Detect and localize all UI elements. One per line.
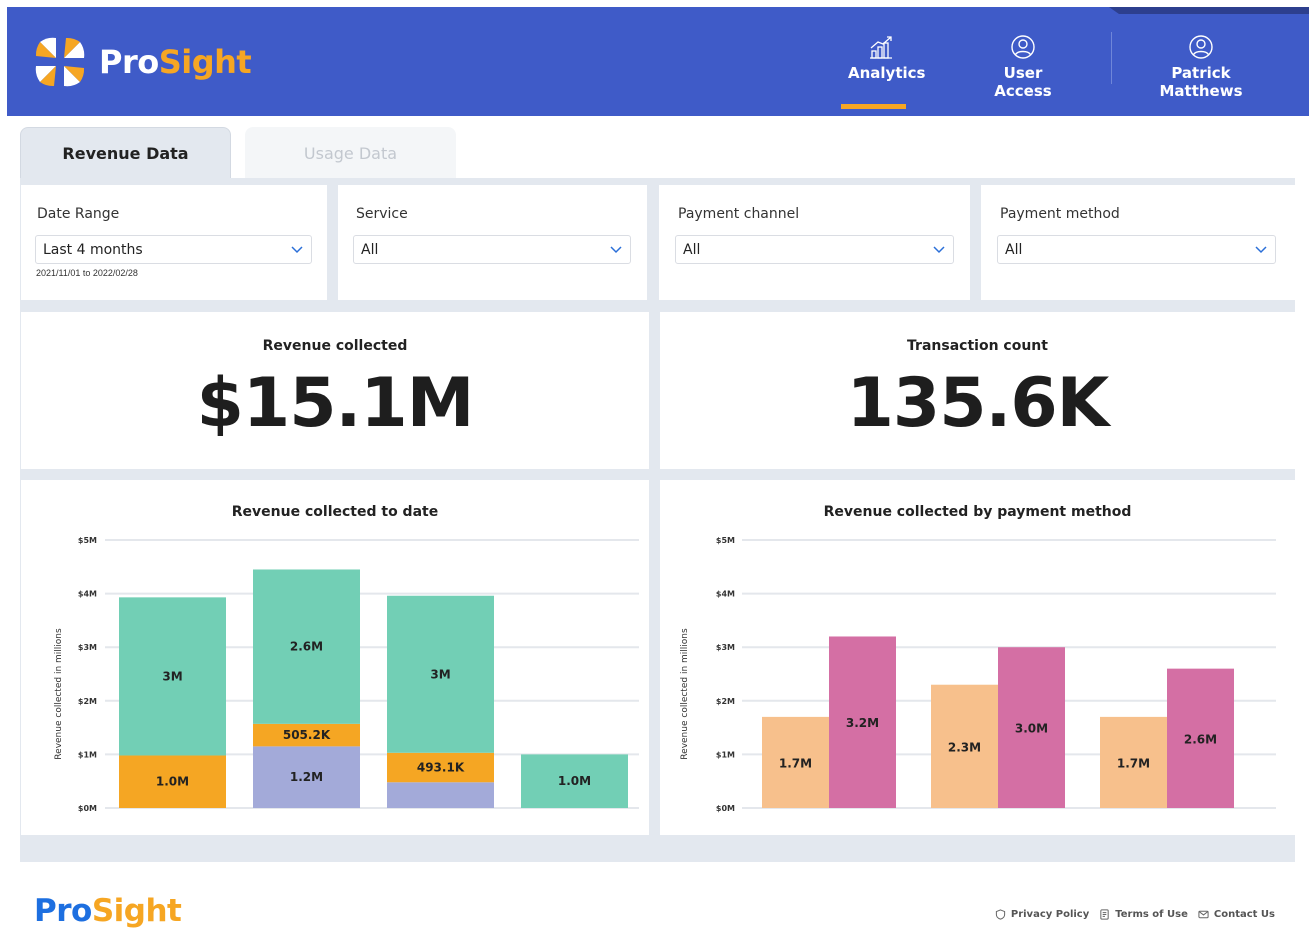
filter-label: Payment method xyxy=(1000,206,1120,222)
payment-method-select[interactable]: All xyxy=(997,235,1276,264)
y-tick-label: $2M xyxy=(716,697,735,706)
user-circle-icon xyxy=(1189,35,1213,59)
footer-logo[interactable]: ProSight xyxy=(34,893,182,929)
logo-mark-icon xyxy=(35,37,85,87)
nav-user-access[interactable]: User Access xyxy=(973,34,1073,100)
kpi-transactions-title: Transaction count xyxy=(907,338,1048,354)
footer-links: Privacy Policy Terms of Use Contact Us xyxy=(995,909,1275,920)
kpi-revenue-title: Revenue collected xyxy=(262,338,408,354)
terms-of-use-link[interactable]: Terms of Use xyxy=(1099,909,1188,920)
filter-payment-method: Payment method All xyxy=(981,185,1295,300)
y-tick-label: $1M xyxy=(716,750,735,759)
chart-revenue-by-payment-method: Revenue collected by payment method $0M $… xyxy=(660,480,1295,835)
revenue-by-payment-method-chart: $0M $1M $2M $3M $4M $5M Revenue collected in m… xyxy=(680,536,1276,813)
revenue-to-date-chart: $0M $1M $2M $3M $4M $5M Revenue collected in m… xyxy=(54,536,639,813)
select-value: All xyxy=(683,242,701,258)
terms-of-use-label: Terms of Use xyxy=(1115,909,1188,920)
footer-brand-pro: Pro xyxy=(34,893,92,929)
user-circle-icon xyxy=(1011,35,1035,59)
chevron-down-icon xyxy=(1255,246,1267,254)
data-label: 505.2K xyxy=(283,728,331,742)
kpi-transactions-card: Transaction count 135.6K xyxy=(660,312,1295,469)
filter-label: Date Range xyxy=(37,206,120,222)
nav-analytics[interactable]: Analytics xyxy=(848,34,925,82)
kpi-revenue-value: $15.1M xyxy=(196,364,475,443)
mail-icon xyxy=(1198,910,1209,919)
brand-logo[interactable]: ProSight xyxy=(35,37,252,87)
data-label: 493.1K xyxy=(417,761,465,775)
brand-pro: Pro xyxy=(99,43,159,81)
shield-icon xyxy=(995,909,1005,920)
y-tick-label: $1M xyxy=(78,750,97,759)
bar-segment xyxy=(387,782,494,808)
filter-label: Payment channel xyxy=(678,206,800,222)
nav-active-indicator xyxy=(841,104,906,109)
select-value: Last 4 months xyxy=(43,242,143,258)
y-tick-label: $5M xyxy=(78,536,97,545)
footer-brand-sight: Sight xyxy=(91,893,182,929)
select-value: All xyxy=(1005,242,1023,258)
chart-revenue-to-date: Revenue collected to date $0M $1M $2M $3M $4… xyxy=(21,480,649,835)
privacy-policy-link[interactable]: Privacy Policy xyxy=(995,909,1089,920)
y-tick-label: $3M xyxy=(716,643,735,652)
y-axis-label: Revenue collected in millions xyxy=(680,628,690,760)
data-label: 1.2M xyxy=(290,770,323,784)
data-label: 1.0M xyxy=(156,775,189,789)
data-label: 1.7M xyxy=(779,756,812,770)
data-label: 3M xyxy=(162,669,182,683)
app-header: ProSight Analytics User Access Patrick M… xyxy=(7,7,1309,116)
contact-us-link[interactable]: Contact Us xyxy=(1198,909,1275,920)
analytics-chart-icon xyxy=(870,36,892,59)
select-value: All xyxy=(361,242,379,258)
y-tick-label: $4M xyxy=(78,590,97,599)
nav-user-profile[interactable]: Patrick Matthews xyxy=(1135,34,1267,100)
filter-payment-channel: Payment channel All xyxy=(659,185,970,300)
filter-service: Service All xyxy=(338,185,647,300)
data-label: 1.7M xyxy=(1117,756,1150,770)
chevron-down-icon xyxy=(291,246,303,254)
nav-divider xyxy=(1111,32,1112,84)
brand-name: ProSight xyxy=(99,43,252,81)
data-label: 2.6M xyxy=(1184,732,1217,746)
brand-sight: Sight xyxy=(158,43,252,81)
document-icon xyxy=(1100,909,1109,920)
kpi-transactions-value: 135.6K xyxy=(846,364,1110,443)
filter-label: Service xyxy=(356,206,408,222)
tab-usage-data[interactable]: Usage Data xyxy=(245,127,456,179)
data-label: 1.0M xyxy=(558,774,591,788)
y-tick-label: $0M xyxy=(78,804,97,813)
header-corner-accent xyxy=(1109,7,1309,14)
contact-us-label: Contact Us xyxy=(1213,909,1275,920)
y-tick-label: $3M xyxy=(78,643,97,652)
data-label: 3.2M xyxy=(846,716,879,730)
y-tick-label: $0M xyxy=(716,804,735,813)
payment-channel-select[interactable]: All xyxy=(675,235,954,264)
y-tick-label: $5M xyxy=(716,536,735,545)
chevron-down-icon xyxy=(933,246,945,254)
data-label: 2.6M xyxy=(290,640,323,654)
nav-user-access-label: User Access xyxy=(994,64,1052,100)
privacy-policy-label: Privacy Policy xyxy=(1010,909,1090,920)
service-select[interactable]: All xyxy=(353,235,631,264)
filter-date-range: Date Range Last 4 months 2021/11/01 to 2… xyxy=(21,185,327,300)
data-label: 3M xyxy=(430,667,450,681)
y-tick-label: $4M xyxy=(716,590,735,599)
y-axis-label: Revenue collected in millions xyxy=(54,628,64,760)
nav-user-name: Patrick Matthews xyxy=(1159,64,1243,100)
date-range-note: 2021/11/01 to 2022/02/28 xyxy=(36,268,138,278)
data-label: 3.0M xyxy=(1015,722,1048,736)
nav-analytics-label: Analytics xyxy=(848,64,926,82)
y-tick-label: $2M xyxy=(78,697,97,706)
data-label: 2.3M xyxy=(948,740,981,754)
tab-revenue-data[interactable]: Revenue Data xyxy=(20,127,231,179)
kpi-revenue-card: Revenue collected $15.1M xyxy=(21,312,649,469)
date-range-select[interactable]: Last 4 months xyxy=(35,235,312,264)
chevron-down-icon xyxy=(610,246,622,254)
